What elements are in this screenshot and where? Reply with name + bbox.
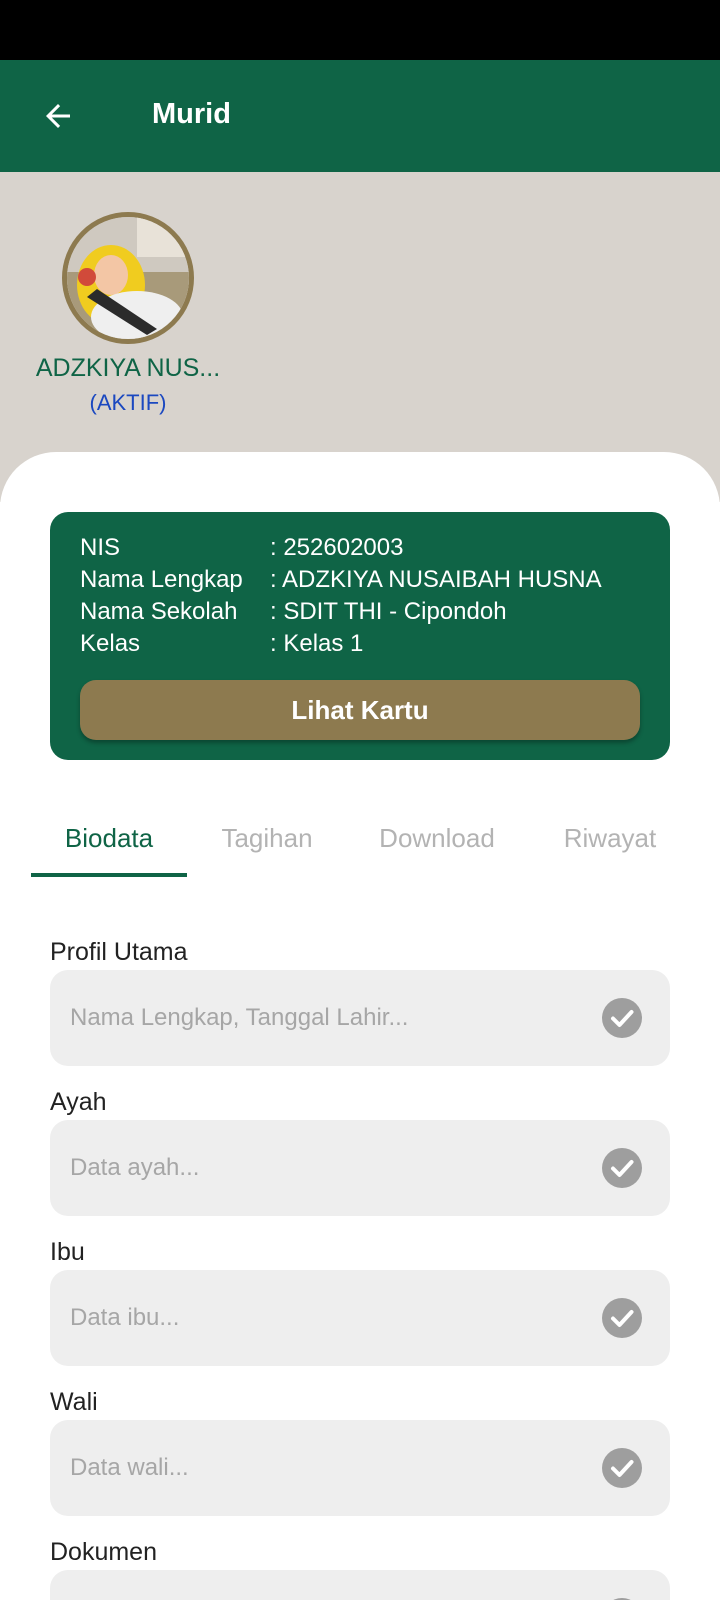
field-placeholder: Data wali... — [70, 1454, 189, 1481]
student-name: ADZKIYA NUS... — [35, 354, 221, 382]
check-circle-icon — [602, 998, 642, 1038]
field-placeholder: Data ayah... — [70, 1154, 200, 1181]
info-label: NIS — [80, 534, 121, 561]
info-value: : 252602003 — [270, 534, 404, 561]
profil-utama-field[interactable]: Nama Lengkap, Tanggal Lahir... — [50, 970, 670, 1066]
arrow-back-icon — [46, 104, 70, 128]
tab-tagihan[interactable]: Tagihan — [197, 800, 337, 876]
student-info-card: NIS : 252602003 Nama Lengkap : ADZKIYA N… — [50, 512, 670, 760]
tab-riwayat[interactable]: Riwayat — [537, 800, 683, 876]
tab-biodata[interactable]: Biodata — [31, 800, 187, 876]
info-label: Nama Lengkap — [80, 566, 243, 593]
tab-download[interactable]: Download — [357, 800, 517, 876]
check-circle-icon — [602, 1298, 642, 1338]
section-label-dokumen: Dokumen — [50, 1538, 157, 1566]
info-label: Kelas — [80, 630, 141, 657]
section-label-ayah: Ayah — [50, 1088, 107, 1116]
section-label-profil-utama: Profil Utama — [50, 938, 188, 966]
avatar[interactable] — [62, 212, 194, 344]
ibu-field[interactable]: Data ibu... — [50, 1270, 670, 1366]
info-value: : SDIT THI - Cipondoh — [270, 598, 507, 625]
back-button[interactable] — [30, 88, 86, 144]
tab-bar: Biodata Tagihan Download Riwayat — [0, 800, 720, 880]
page-title: Murid — [152, 98, 231, 130]
view-card-button[interactable]: Lihat Kartu — [80, 680, 640, 740]
info-value: : Kelas 1 — [270, 630, 364, 657]
field-placeholder: Data ibu... — [70, 1304, 180, 1331]
check-circle-icon — [602, 1148, 642, 1188]
status-badge: (AKTIF) — [89, 390, 167, 415]
wali-field[interactable]: Data wali... — [50, 1420, 670, 1516]
tab-indicator — [31, 873, 187, 877]
info-label: Nama Sekolah — [80, 598, 238, 625]
avatar-photo — [67, 217, 189, 339]
ayah-field[interactable]: Data ayah... — [50, 1120, 670, 1216]
check-circle-icon — [602, 1448, 642, 1488]
app-bar: Murid — [0, 60, 720, 172]
dokumen-field[interactable] — [50, 1570, 670, 1600]
section-label-wali: Wali — [50, 1388, 98, 1416]
info-value: : ADZKIYA NUSAIBAH HUSNA — [270, 566, 602, 593]
section-label-ibu: Ibu — [50, 1238, 85, 1266]
field-placeholder: Nama Lengkap, Tanggal Lahir... — [70, 1004, 409, 1031]
status-bar — [0, 0, 720, 60]
